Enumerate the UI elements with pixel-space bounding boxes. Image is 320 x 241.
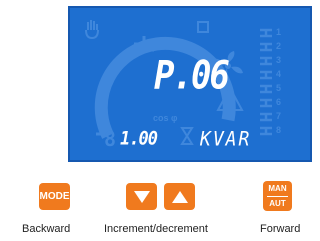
step-number: 8 (276, 125, 282, 135)
backward-caption: Backward (22, 223, 71, 235)
step-number: 7 (276, 111, 282, 121)
lcd-display: 8 1 2 3 4 5 6 7 8 cos φ P.06 1.00 KVAR (68, 6, 312, 162)
increment-button[interactable] (164, 183, 195, 210)
step-number: 2 (276, 41, 282, 51)
cos-phi-label: cos φ (153, 113, 178, 123)
man-aut-button[interactable]: MAN AUT (263, 181, 292, 211)
hand-icon (85, 20, 99, 40)
mode-button[interactable]: MODE (39, 183, 70, 210)
auto-icon (197, 21, 209, 33)
step-number: 5 (276, 83, 282, 93)
man-label: MAN (268, 183, 287, 193)
decrement-button[interactable] (126, 183, 157, 210)
aut-label: AUT (269, 198, 286, 208)
divider (267, 195, 288, 197)
increment-decrement-caption: Increment/decrement (104, 223, 208, 235)
arrow-down-icon (133, 190, 150, 203)
step-number: 6 (276, 97, 282, 107)
forward-caption: Forward (260, 223, 301, 235)
parameter-code: P.06 (154, 53, 230, 99)
arrow-up-icon (171, 190, 188, 203)
parameter-unit: KVAR (200, 127, 252, 151)
parameter-value: 1.00 (120, 127, 158, 150)
mode-button-label: MODE (39, 191, 70, 202)
step-number: 1 (276, 27, 282, 37)
step-number: 4 (276, 69, 282, 79)
step-number: 3 (276, 55, 282, 65)
svg-text:8: 8 (104, 127, 116, 151)
